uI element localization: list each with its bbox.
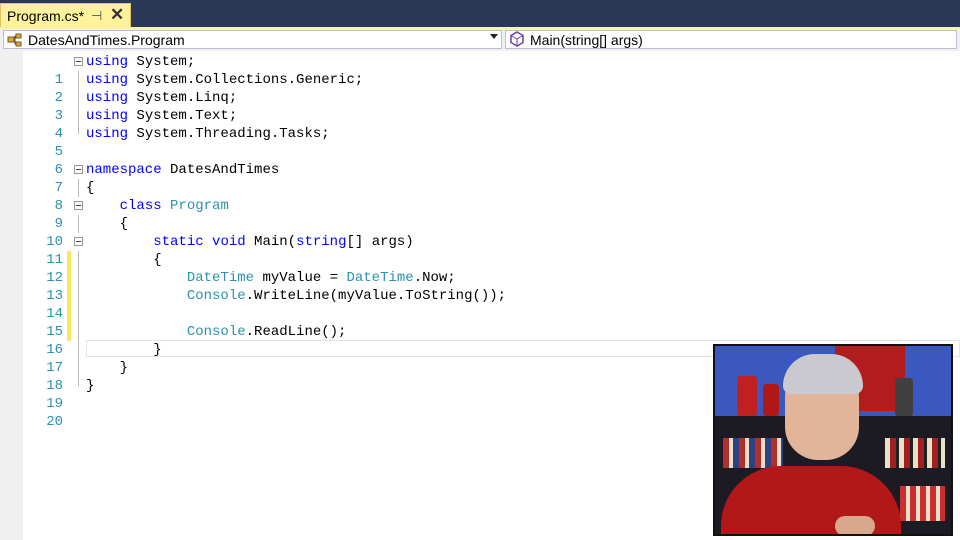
presenter-webcam-video xyxy=(713,344,953,536)
navigation-bar: DatesAndTimes.Program Main(string[] args… xyxy=(0,29,960,52)
code-text: using System.Collections.Generic; xyxy=(86,72,364,88)
code-text: using System.Text; xyxy=(86,108,238,124)
code-line[interactable]: 2 using System.Collections.Generic; xyxy=(23,71,960,106)
outline-guide xyxy=(78,323,79,341)
method-icon xyxy=(509,31,525,50)
code-line[interactable]: 8 { xyxy=(23,179,960,214)
code-text: { xyxy=(86,216,129,232)
selection-margin[interactable] xyxy=(0,51,23,540)
member-dropdown-value: Main(string[] args) xyxy=(530,32,643,48)
collapse-icon[interactable] xyxy=(74,237,83,246)
code-line[interactable]: 7 namespace DatesAndTimes xyxy=(23,161,960,196)
code-text: } xyxy=(86,378,95,394)
code-line[interactable]: 13 DateTime myValue = DateTime.Now; xyxy=(23,269,960,304)
collapse-icon[interactable] xyxy=(74,57,83,66)
outline-guide xyxy=(78,341,79,359)
outline-guide xyxy=(78,107,79,125)
code-line[interactable]: 4 using System.Text; xyxy=(23,107,960,142)
code-text: } xyxy=(86,342,162,358)
change-marker xyxy=(67,323,71,341)
code-text: Console.WriteLine(myValue.ToString()); xyxy=(186,288,507,304)
close-icon[interactable]: ✕ xyxy=(110,5,124,25)
class-icon xyxy=(7,32,23,51)
outline-guide xyxy=(78,125,79,134)
code-text: using System.Threading.Tasks; xyxy=(86,126,330,142)
code-text: Console.ReadLine(); xyxy=(186,324,347,340)
code-text: using System.Linq; xyxy=(86,90,238,106)
code-line[interactable]: 1 using System; xyxy=(23,53,960,88)
line-number: 20 xyxy=(46,414,63,430)
code-text: { xyxy=(86,180,95,196)
code-text: class Program xyxy=(119,198,229,214)
change-marker xyxy=(67,287,71,305)
code-line[interactable]: 16 Console.ReadLine(); xyxy=(23,323,960,358)
change-marker xyxy=(67,305,71,323)
code-text: } xyxy=(86,360,129,376)
code-line[interactable]: 3 using System.Linq; xyxy=(23,89,960,124)
outline-guide xyxy=(78,179,79,197)
code-text: using System; xyxy=(86,54,196,70)
code-line[interactable]: 15 xyxy=(23,305,960,340)
type-dropdown[interactable]: DatesAndTimes.Program xyxy=(3,30,502,49)
code-line[interactable]: 11 static void Main(string[] args) xyxy=(23,233,960,268)
code-line[interactable]: 5 using System.Threading.Tasks; xyxy=(23,125,960,160)
code-line[interactable]: 14 Console.WriteLine(myValue.ToString())… xyxy=(23,287,960,322)
collapse-icon[interactable] xyxy=(74,201,83,210)
outline-guide xyxy=(78,251,79,269)
change-marker xyxy=(67,269,71,287)
outline-guide xyxy=(78,287,79,305)
code-line[interactable]: 12 { xyxy=(23,251,960,286)
code-text: namespace DatesAndTimes xyxy=(86,162,280,178)
code-line[interactable]: 6 xyxy=(23,143,960,178)
code-line[interactable]: 9 class Program xyxy=(23,197,960,232)
chevron-down-icon[interactable] xyxy=(490,34,498,39)
code-text: static void Main(string[] args) xyxy=(153,234,414,250)
code-text: DateTime myValue = DateTime.Now; xyxy=(186,270,456,286)
code-text: { xyxy=(86,252,162,268)
tab-program-cs[interactable]: Program.cs* ⊣ ✕ xyxy=(0,3,131,28)
change-marker xyxy=(67,251,71,269)
outline-guide xyxy=(78,89,79,107)
type-dropdown-value: DatesAndTimes.Program xyxy=(28,32,185,48)
outline-guide xyxy=(78,377,79,386)
outline-guide xyxy=(78,215,79,233)
code-line[interactable]: 10 { xyxy=(23,215,960,250)
pin-icon[interactable]: ⊣ xyxy=(91,8,102,24)
tab-title: Program.cs* xyxy=(7,8,85,24)
collapse-icon[interactable] xyxy=(74,165,83,174)
document-tab-strip: Program.cs* ⊣ ✕ xyxy=(0,0,960,29)
outline-guide xyxy=(78,269,79,287)
outline-guide xyxy=(78,305,79,323)
outline-guide xyxy=(78,71,79,89)
outline-guide xyxy=(78,359,79,377)
member-dropdown[interactable]: Main(string[] args) xyxy=(505,30,957,49)
